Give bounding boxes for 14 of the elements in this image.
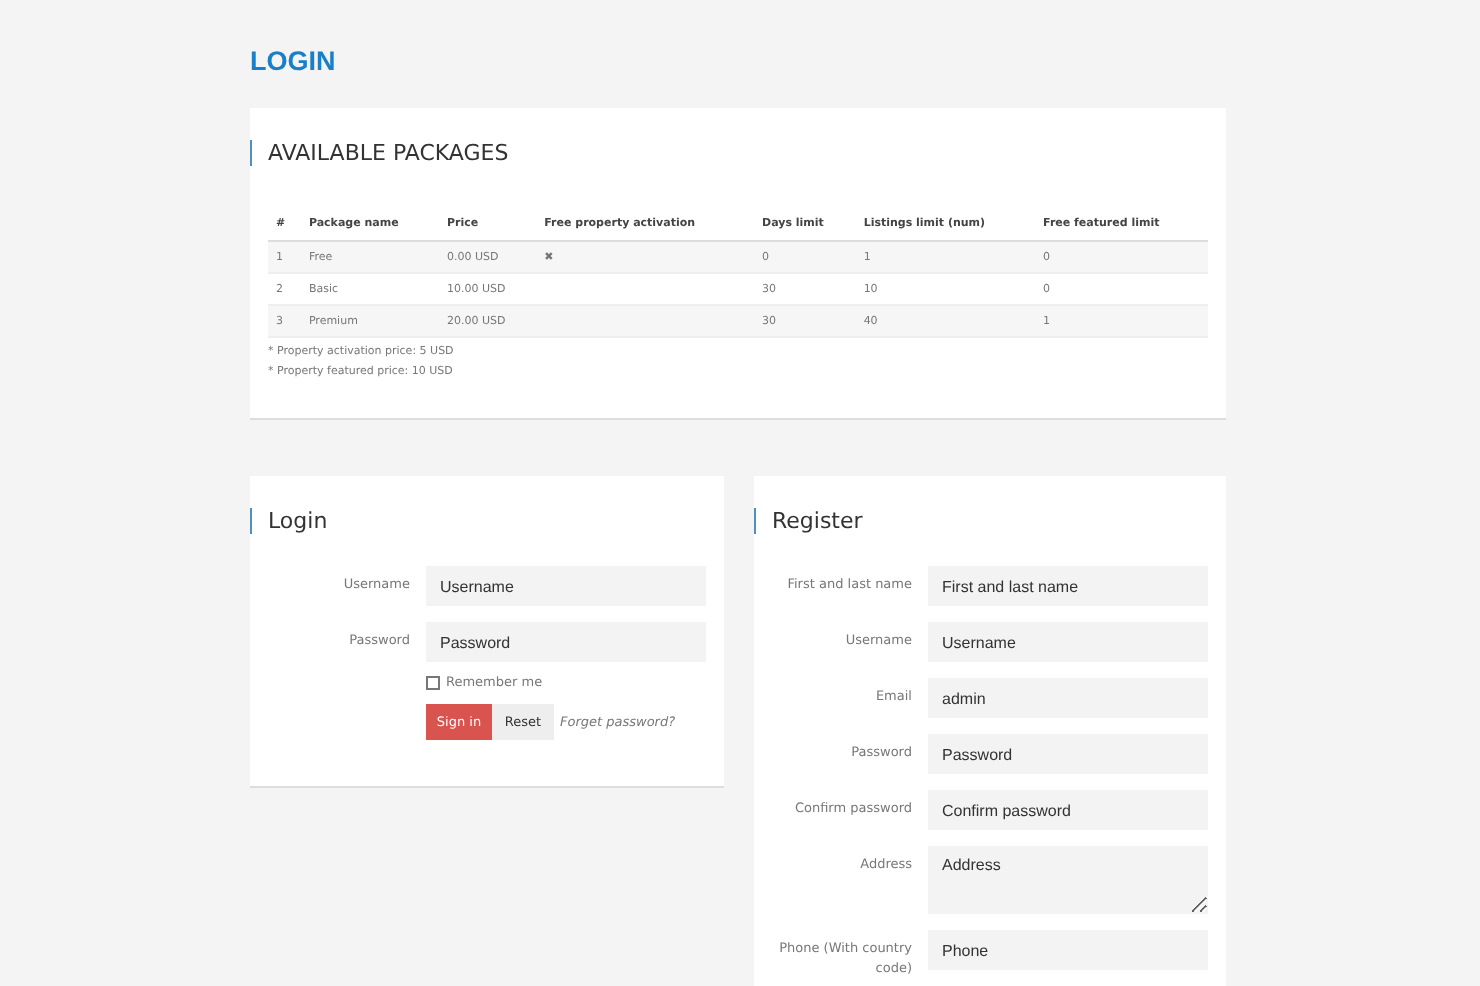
input-field[interactable]: Confirm password (928, 790, 1208, 830)
input-field[interactable]: Password (426, 622, 706, 662)
page-title: LOGIN (250, 46, 338, 76)
input-field[interactable]: admin (928, 678, 1208, 718)
section-title: Register (754, 508, 1208, 534)
input-field[interactable]: Phone (928, 930, 1208, 970)
checkbox[interactable] (426, 675, 440, 689)
input-field[interactable]: Username (426, 566, 706, 606)
input-field[interactable]: Username (928, 622, 1208, 662)
section-title: AVAILABLE PACKAGES (250, 140, 1208, 166)
section-title: Login (250, 508, 706, 534)
input-field[interactable]: Address (928, 846, 1208, 914)
input-field[interactable]: First and last name (928, 566, 1208, 606)
input-field[interactable]: Password (928, 734, 1208, 774)
